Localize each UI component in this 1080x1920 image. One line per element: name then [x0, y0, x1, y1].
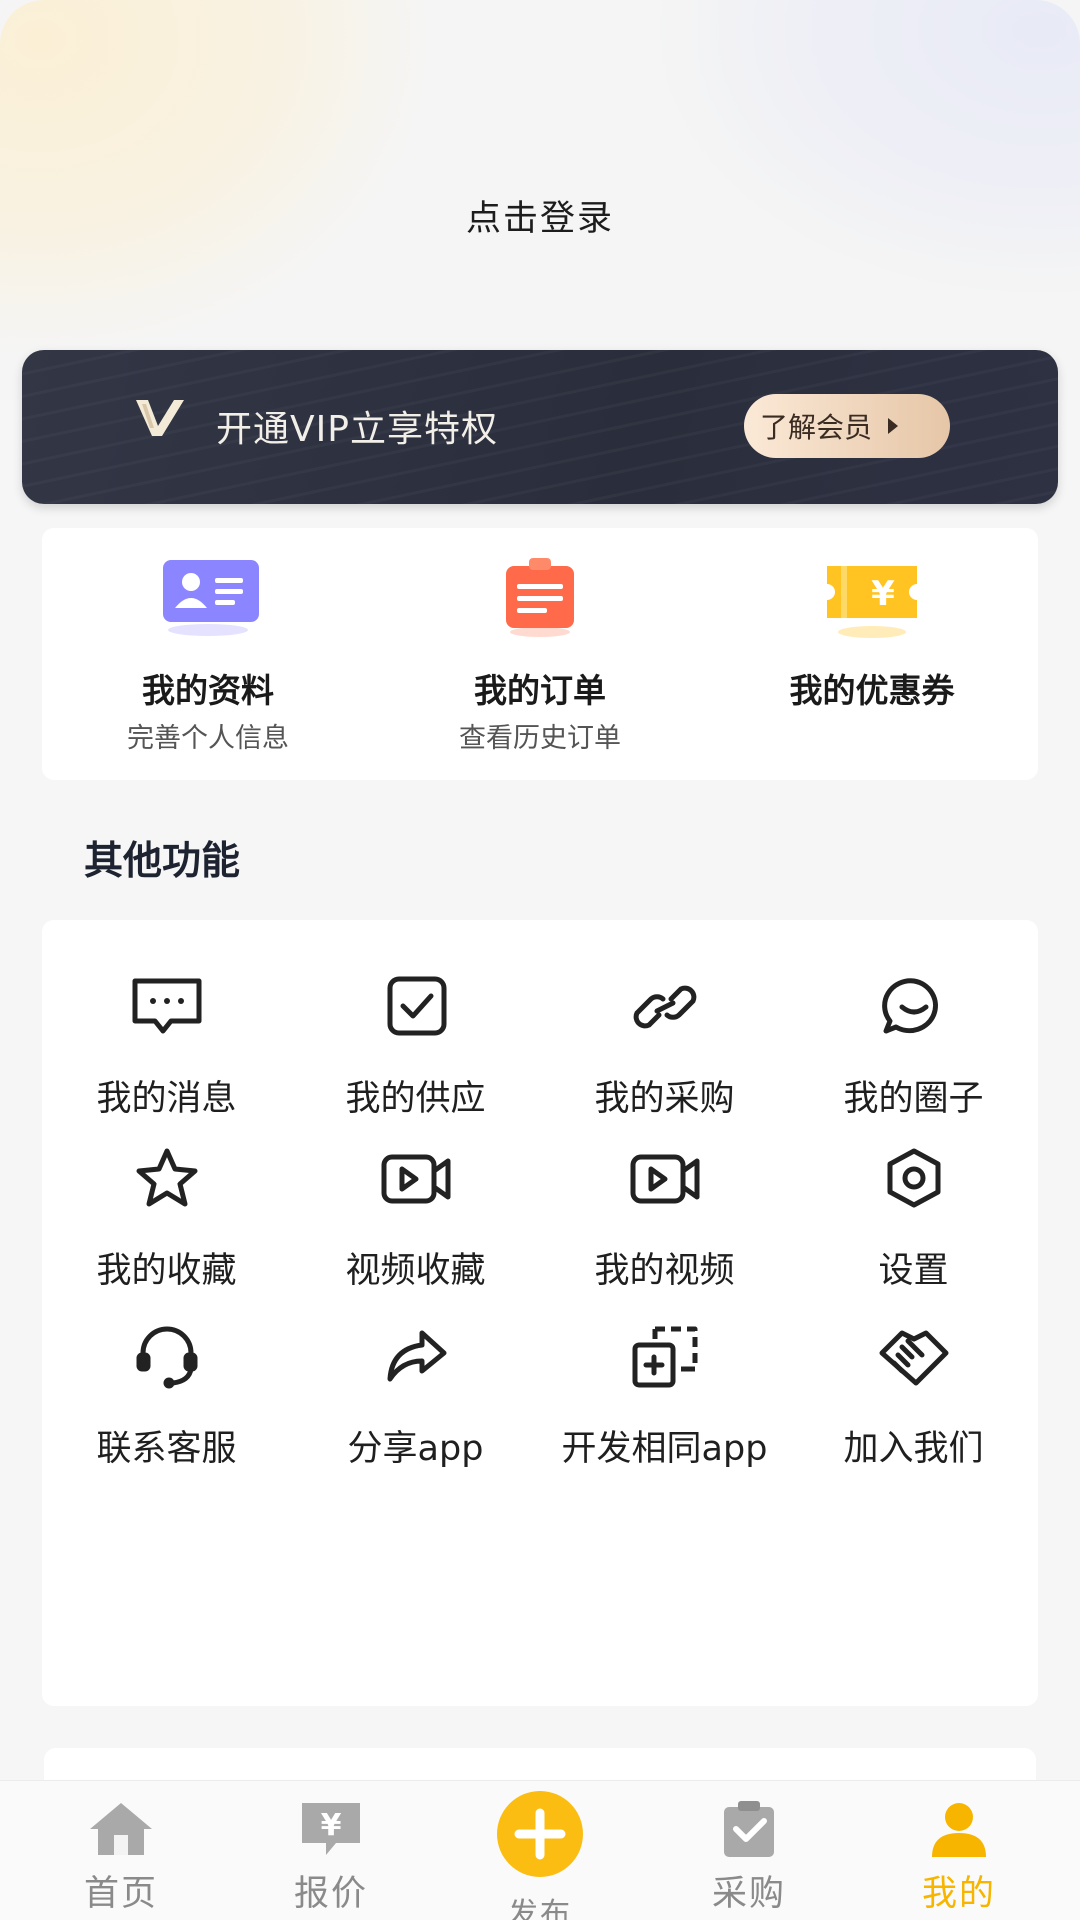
tab-label: 采购 [711, 1874, 786, 1914]
quick-item-title: 我的订单 [474, 671, 606, 710]
quick-item-orders[interactable]: 我的订单 查看历史订单 [374, 528, 706, 780]
star-icon [136, 1148, 197, 1207]
quick-item-coupons[interactable]: ¥ 我的优惠券 [706, 528, 1038, 780]
section-title-other-functions: 其他功能 [84, 839, 241, 884]
learn-membership-button[interactable]: 了解会员 [744, 394, 950, 458]
handshake-icon [879, 1330, 948, 1386]
tab-publish[interactable]: 发布 [435, 1781, 645, 1920]
tab-mine[interactable]: 我的 [854, 1781, 1064, 1920]
quick-item-subtitle: 查看历史订单 [459, 723, 621, 754]
bottom-tab-bar: 首页 ¥ 报价 发布 采购 我的 [0, 1780, 1080, 1920]
plus-icon [514, 1808, 566, 1860]
link-icon [633, 985, 696, 1029]
tab-label: 报价 [293, 1874, 368, 1914]
grid-item-favorites[interactable]: 我的收藏 [42, 1092, 291, 1291]
grid-item-my-videos[interactable]: 我的视频 [540, 1092, 789, 1291]
user-icon [932, 1803, 986, 1857]
other-functions-grid: 我的消息 我的供应 我的采购 我的圈子 我的收藏 视频收藏 我的视频 设置 联系… [42, 920, 1038, 1706]
grid-item-customer-service[interactable]: 联系客服 [42, 1270, 291, 1469]
purchase-icon [724, 1801, 774, 1857]
vip-title: 开通VIP立享特权 [216, 409, 498, 450]
grid-item-label: 联系客服 [96, 1429, 237, 1469]
header-background: 点击登录 [0, 0, 1080, 400]
tab-label: 发布 [508, 1897, 572, 1920]
video-camera-icon [381, 1154, 450, 1204]
arrow-right-icon [888, 418, 899, 434]
quick-item-profile[interactable]: 我的资料 完善个人信息 [42, 528, 374, 780]
quick-item-subtitle: 完善个人信息 [127, 723, 289, 754]
tab-purchase[interactable]: 采购 [644, 1781, 854, 1920]
grid-item-label: 加入我们 [843, 1429, 984, 1469]
grid-item-purchase[interactable]: 我的采购 [540, 920, 789, 1119]
tab-quote[interactable]: ¥ 报价 [226, 1781, 436, 1920]
message-icon [132, 978, 201, 1034]
login-link[interactable]: 点击登录 [0, 190, 1080, 241]
grid-item-settings[interactable]: 设置 [789, 1092, 1038, 1291]
vip-banner[interactable]: 开通VIP立享特权 了解会员 [22, 350, 1058, 504]
grid-item-messages[interactable]: 我的消息 [42, 920, 291, 1119]
grid-item-develop-same-app[interactable]: 开发相同app [540, 1270, 789, 1469]
tab-home[interactable]: 首页 [16, 1781, 226, 1920]
grid-item-supply[interactable]: 我的供应 [291, 920, 540, 1119]
profile-card-icon [163, 560, 259, 636]
grid-item-label: 分享app [347, 1429, 484, 1469]
publish-button[interactable] [497, 1791, 583, 1877]
coupon-yen-icon: ¥ [827, 566, 917, 638]
share-icon [387, 1330, 446, 1382]
order-clipboard-icon [506, 558, 574, 637]
vip-logo-icon [136, 400, 184, 436]
grid-item-join-us[interactable]: 加入我们 [789, 1270, 1038, 1469]
video-camera-icon [630, 1154, 699, 1204]
copy-icon [632, 1326, 697, 1388]
grid-item-video-favorites[interactable]: 视频收藏 [291, 1092, 540, 1291]
grid-item-label: 开发相同app [561, 1429, 768, 1469]
tab-label: 我的 [921, 1874, 996, 1914]
grid-item-share-app[interactable]: 分享app [291, 1270, 540, 1469]
chat-bubble-icon [881, 978, 938, 1034]
profile-screen: 点击登录 开通VIP立享特权 了解会员 我的资料 完善个人信息 我的订单 查看历… [0, 0, 1080, 1920]
checkbox-icon [387, 976, 446, 1036]
grid-item-circle[interactable]: 我的圈子 [789, 920, 1038, 1119]
learn-membership-label: 了解会员 [760, 411, 873, 444]
home-icon [90, 1803, 152, 1855]
svg-text:¥: ¥ [321, 1808, 342, 1843]
quick-actions-card: 我的资料 完善个人信息 我的订单 查看历史订单 ¥ 我的优惠券 [42, 528, 1038, 780]
quote-yen-icon: ¥ [302, 1803, 360, 1855]
quick-item-title: 我的资料 [142, 671, 274, 710]
settings-icon [887, 1148, 940, 1208]
headset-icon [136, 1326, 197, 1389]
svg-text:¥: ¥ [871, 574, 895, 614]
tab-label: 首页 [83, 1874, 158, 1914]
quick-item-title: 我的优惠券 [789, 671, 955, 710]
